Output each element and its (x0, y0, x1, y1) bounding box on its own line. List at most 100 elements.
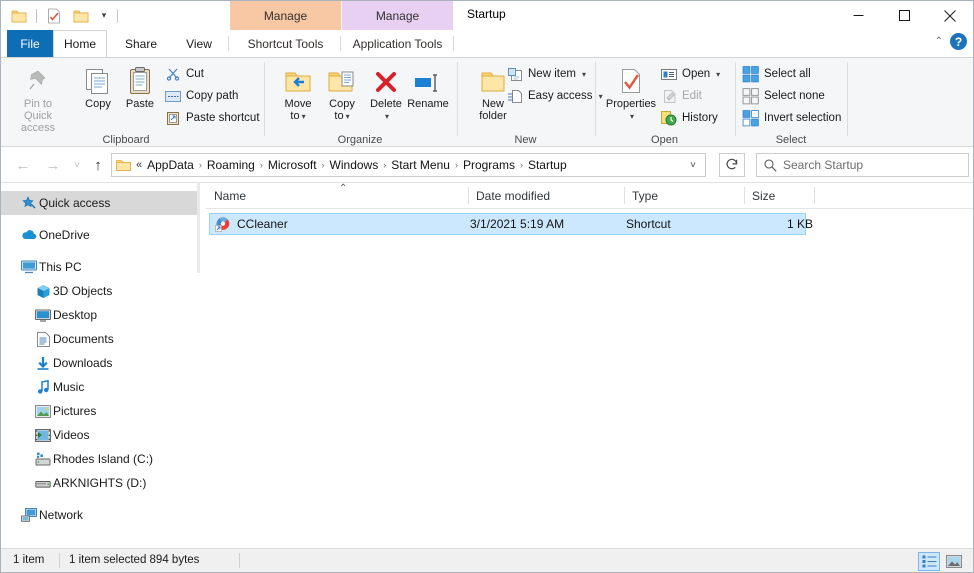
breadcrumb-roaming[interactable]: Roaming (203, 158, 259, 172)
customize-qat-caret-icon[interactable]: ▾ (96, 4, 112, 28)
invert-selection-icon (742, 109, 759, 126)
sidebar-item-downloads[interactable]: Downloads (1, 351, 197, 375)
column-header-type[interactable]: Type (624, 183, 744, 208)
sidebar-item-music[interactable]: Music (1, 375, 197, 399)
sidebar-label-local-disk-c: Rhodes Island (C:) (53, 452, 154, 466)
cut-button[interactable]: Cut (164, 64, 204, 84)
breadcrumb-microsoft[interactable]: Microsoft (264, 158, 321, 172)
sidebar-item-this-pc[interactable]: This PC (1, 255, 197, 279)
tab-shortcut-tools[interactable]: Shortcut Tools (230, 30, 341, 57)
table-row[interactable]: CCleaner 3/1/2021 5:19 AM Shortcut 1 KB (209, 213, 813, 235)
breadcrumb-windows[interactable]: Windows (326, 158, 383, 172)
delete-caret-icon[interactable]: ▾ (385, 112, 389, 121)
new-item-caret-icon[interactable]: ▾ (582, 70, 586, 79)
properties-button[interactable]: Properties ▾ (602, 61, 660, 123)
address-bar[interactable]: « AppData › Roaming › Microsoft › Window… (111, 153, 706, 177)
column-divider-4[interactable] (814, 187, 815, 204)
edit-icon (660, 88, 678, 105)
pin-to-quick-access-button[interactable]: Pin to Quick access (9, 61, 67, 134)
sidebar-label-quick-access: Quick access (39, 196, 111, 210)
minimize-button[interactable] (835, 1, 881, 30)
rename-icon (413, 61, 443, 95)
open-button[interactable]: Open ▾ (660, 64, 720, 84)
breadcrumb-appdata[interactable]: AppData (143, 158, 198, 172)
copy-label: Copy (85, 98, 111, 110)
navigation-pane-scroll-thumb[interactable] (197, 183, 200, 273)
select-none-button[interactable]: Select none (742, 86, 825, 106)
maximize-button[interactable] (881, 1, 927, 30)
downloads-icon (33, 356, 53, 371)
rename-button[interactable]: Rename (399, 61, 457, 110)
ribbon-body: Pin to Quick access Copy Paste Cut Copy … (1, 57, 973, 147)
large-icons-view-button[interactable] (943, 552, 965, 571)
edit-button[interactable]: Edit (660, 86, 702, 106)
sidebar-item-quick-access[interactable]: Quick access (1, 191, 197, 215)
easy-access-button[interactable]: Easy access ▾ (506, 86, 603, 106)
tab-separator-3 (453, 36, 454, 51)
breadcrumb-programs[interactable]: Programs (459, 158, 519, 172)
paste-shortcut-button[interactable]: Paste shortcut (164, 108, 260, 128)
pin-label-line1: Pin to Quick (23, 98, 53, 122)
tab-application-tools[interactable]: Application Tools (342, 30, 453, 57)
tab-home[interactable]: Home (53, 30, 107, 57)
main-area: Quick access OneDrive This PC 3D Objects… (1, 182, 973, 546)
sidebar-item-local-disk-c[interactable]: Rhodes Island (C:) (1, 447, 197, 471)
sidebar-item-removable-disk-d[interactable]: ARKNIGHTS (D:) (1, 471, 197, 495)
tab-view[interactable]: View (174, 30, 224, 57)
tab-file[interactable]: File (7, 30, 53, 57)
details-view-button[interactable] (918, 552, 940, 571)
forward-button[interactable]: → (41, 153, 65, 177)
sidebar-item-videos[interactable]: Videos (1, 423, 197, 447)
sidebar-label-videos: Videos (53, 428, 90, 442)
breadcrumb-overflow-icon[interactable]: « (135, 159, 143, 171)
paste-button[interactable]: Paste (111, 61, 169, 110)
cell-size: 1 KB (786, 217, 813, 231)
breadcrumb-start-menu[interactable]: Start Menu (387, 158, 454, 172)
history-button[interactable]: History (660, 108, 718, 128)
open-caret-icon[interactable]: ▾ (716, 70, 720, 79)
breadcrumb-startup[interactable]: Startup (524, 158, 571, 172)
properties-caret-icon[interactable]: ▾ (630, 112, 634, 121)
folder-icon[interactable] (7, 4, 31, 28)
sidebar-item-desktop[interactable]: Desktop (1, 303, 197, 327)
new-item-button[interactable]: New item ▾ (506, 64, 586, 84)
sidebar-item-documents[interactable]: Documents (1, 327, 197, 351)
sidebar-item-network[interactable]: Network (1, 503, 197, 527)
address-dropdown-icon[interactable]: ˅ (681, 154, 705, 176)
sidebar-label-3d-objects: 3D Objects (53, 284, 113, 298)
sidebar-label-removable-disk-d: ARKNIGHTS (D:) (53, 476, 147, 490)
navigation-pane-scrollbar[interactable] (197, 183, 200, 546)
delete-icon (373, 61, 399, 95)
up-button[interactable]: ↑ (86, 153, 110, 177)
tab-separator-2 (340, 36, 341, 51)
column-header-date-modified[interactable]: Date modified (468, 183, 624, 208)
back-button[interactable]: ← (11, 153, 35, 177)
new-folder-icon[interactable] (69, 4, 93, 28)
copy-icon (84, 61, 112, 95)
move-to-caret-icon[interactable]: ▾ (302, 112, 306, 121)
close-button[interactable] (927, 1, 973, 30)
properties-icon[interactable] (42, 4, 66, 28)
sidebar-item-onedrive[interactable]: OneDrive (1, 223, 197, 247)
sidebar-label-network: Network (39, 508, 84, 522)
sidebar-item-3d-objects[interactable]: 3D Objects (1, 279, 197, 303)
select-all-button[interactable]: Select all (742, 64, 811, 84)
help-icon[interactable]: ? (950, 33, 967, 50)
sidebar-item-pictures[interactable]: Pictures (1, 399, 197, 423)
column-header-row: Name ⌃ Date modified Type Size (206, 183, 973, 209)
ribbon-group-organize: Move to ▾ Copy to ▾ Delete ▾ Rename Orga… (265, 58, 455, 148)
copy-path-button[interactable]: Copy path (164, 86, 238, 106)
move-to-label-line2: to (290, 110, 300, 122)
music-icon (33, 379, 53, 395)
sidebar-label-downloads: Downloads (53, 356, 113, 370)
column-header-size[interactable]: Size (744, 183, 814, 208)
tab-share[interactable]: Share (113, 30, 169, 57)
search-input[interactable]: Search Startup (756, 153, 969, 177)
copy-to-caret-icon[interactable]: ▾ (346, 112, 350, 121)
ribbon-group-open: Properties ▾ Open ▾ Edit History Open (596, 58, 733, 148)
refresh-button[interactable] (719, 153, 745, 177)
invert-selection-button[interactable]: Invert selection (742, 108, 841, 128)
collapse-ribbon-icon[interactable]: ⌃ (935, 36, 943, 47)
column-header-name[interactable]: Name (206, 183, 468, 208)
invert-selection-label: Invert selection (764, 112, 842, 124)
